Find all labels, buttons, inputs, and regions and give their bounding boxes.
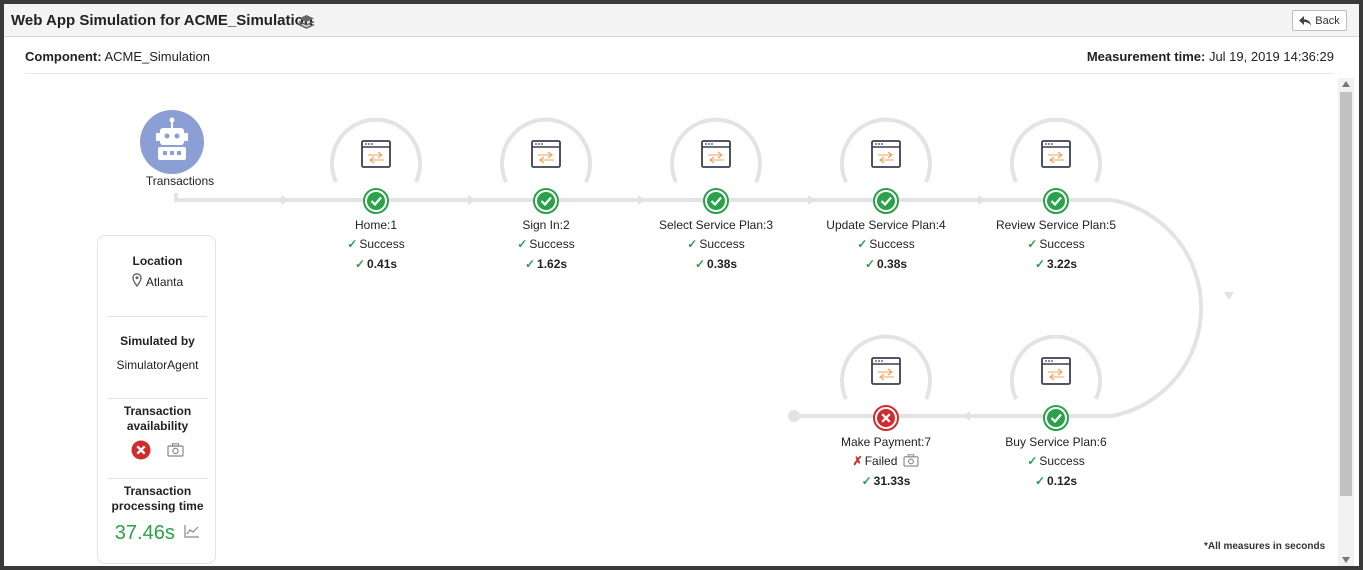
step-status-line: ✓ Success [966,234,1146,254]
step-time-line: ✓ 0.38s [796,254,976,274]
check-icon: ✓ [861,474,872,488]
x-circle-icon [131,440,151,460]
step-status: Failed [864,454,898,468]
check-icon: ✓ [687,237,698,251]
step-time: 3.22s [1047,257,1078,271]
step-status-line: ✓ Success [796,234,976,254]
check-icon: ✓ [524,257,536,271]
step-status: Success [1039,454,1085,468]
step-status: Success [699,237,745,251]
step-status: Success [359,237,405,251]
check-icon: ✓ [857,237,868,251]
step-status-line: ✓ Success [286,234,466,254]
browser-window-icon [871,140,901,168]
check-circle-icon [363,188,389,214]
scroll-up-arrow[interactable] [1342,81,1350,87]
check-icon: ✓ [517,237,528,251]
step-time-line: ✓ 0.12s [966,471,1146,491]
step-name[interactable]: Sign In:2 [456,218,636,234]
vertical-scrollbar[interactable] [1338,78,1354,566]
divider [108,478,207,479]
step-time: 0.38s [877,257,908,271]
processing-section: Transaction processing time 37.46s [108,484,207,545]
step-status-line: ✓ Success [456,234,636,254]
check-icon: ✓ [354,257,366,271]
check-icon: ✓ [347,237,358,251]
step-details: Make Payment:7 ✗ Failed ✓ 31.33s [796,435,976,491]
x-icon: ✗ [852,454,863,468]
line-chart-icon[interactable] [184,524,200,538]
step-details: Sign In:2 ✓ Success ✓ 1.62s [456,218,636,274]
check-circle-icon [1043,405,1069,431]
simulated-by-value: SimulatorAgent [116,358,199,372]
step-time-line: ✓ 0.41s [286,254,466,274]
step-name[interactable]: Select Service Plan:3 [626,218,806,234]
check-icon: ✓ [1034,474,1046,488]
step-time-line: ✓ 1.62s [456,254,636,274]
browser-window-icon [871,357,901,385]
step-time: 1.62s [537,257,568,271]
step-time: 31.33s [873,474,911,488]
location-label: Location [132,254,183,268]
footnote: *All measures in seconds [1204,541,1326,552]
browser-window-icon [701,140,731,168]
check-icon: ✓ [864,257,876,271]
simulated-by-label: Simulated by [120,334,195,348]
transactions-label: Transactions [145,174,215,188]
robot-icon [140,110,204,174]
step-time-line: ✓ 3.22s [966,254,1146,274]
scroll-down-arrow[interactable] [1342,557,1350,563]
step-status-line: ✓ Success [626,234,806,254]
step-time-line: ✓ 0.38s [626,254,806,274]
divider [108,398,207,399]
step-name[interactable]: Review Service Plan:5 [966,218,1146,234]
step-status: Success [1039,237,1085,251]
browser-window-icon [531,140,561,168]
check-circle-icon [703,188,729,214]
check-icon: ✓ [1034,257,1046,271]
browser-window-icon [1041,357,1071,385]
check-icon: ✓ [1027,454,1038,468]
step-name[interactable]: Update Service Plan:4 [796,218,976,234]
map-pin-icon [132,273,142,288]
check-circle-icon [1043,188,1069,214]
browser-window-icon [1041,140,1071,168]
processing-time-label: Transaction processing time [111,484,204,513]
camera-icon[interactable] [167,443,184,457]
step-details: Home:1 ✓ Success ✓ 0.41s [286,218,466,274]
step-status-line: ✓ Success [966,451,1146,471]
step-status: Success [529,237,575,251]
location-value: Atlanta [145,275,184,289]
step-time-line: ✓ 31.33s [796,471,976,491]
processing-time-value: 37.46s [114,522,175,544]
camera-icon[interactable] [903,454,919,467]
browser-window-icon [361,140,391,168]
step-details: Update Service Plan:4 ✓ Success ✓ 0.38s [796,218,976,274]
step-name[interactable]: Make Payment:7 [796,435,976,451]
step-time: 0.41s [367,257,398,271]
availability-label: Transaction availability [123,404,192,433]
flow-end-dot [788,410,800,422]
simulated-by-section: Simulated by SimulatorAgent [108,334,207,372]
step-details: Buy Service Plan:6 ✓ Success ✓ 0.12s [966,435,1146,491]
check-icon: ✓ [694,257,706,271]
step-status: Success [869,237,915,251]
step-time: 0.12s [1047,474,1078,488]
step-time: 0.38s [707,257,738,271]
scroll-thumb[interactable] [1340,92,1352,496]
app-window: Web App Simulation for ACME_Simulation B… [4,4,1359,566]
location-section: Location Atlanta [108,254,207,289]
check-icon: ✓ [1027,237,1038,251]
divider [108,316,207,317]
step-name[interactable]: Home:1 [286,218,466,234]
check-circle-icon [873,188,899,214]
step-details: Select Service Plan:3 ✓ Success ✓ 0.38s [626,218,806,274]
availability-section: Transaction availability [108,404,207,460]
summary-panel: Location Atlanta Simulated by SimulatorA… [97,235,216,564]
step-status-line: ✗ Failed [796,451,976,471]
x-circle-icon [873,405,899,431]
step-name[interactable]: Buy Service Plan:6 [966,435,1146,451]
check-circle-icon [533,188,559,214]
step-details: Review Service Plan:5 ✓ Success ✓ 3.22s [966,218,1146,274]
